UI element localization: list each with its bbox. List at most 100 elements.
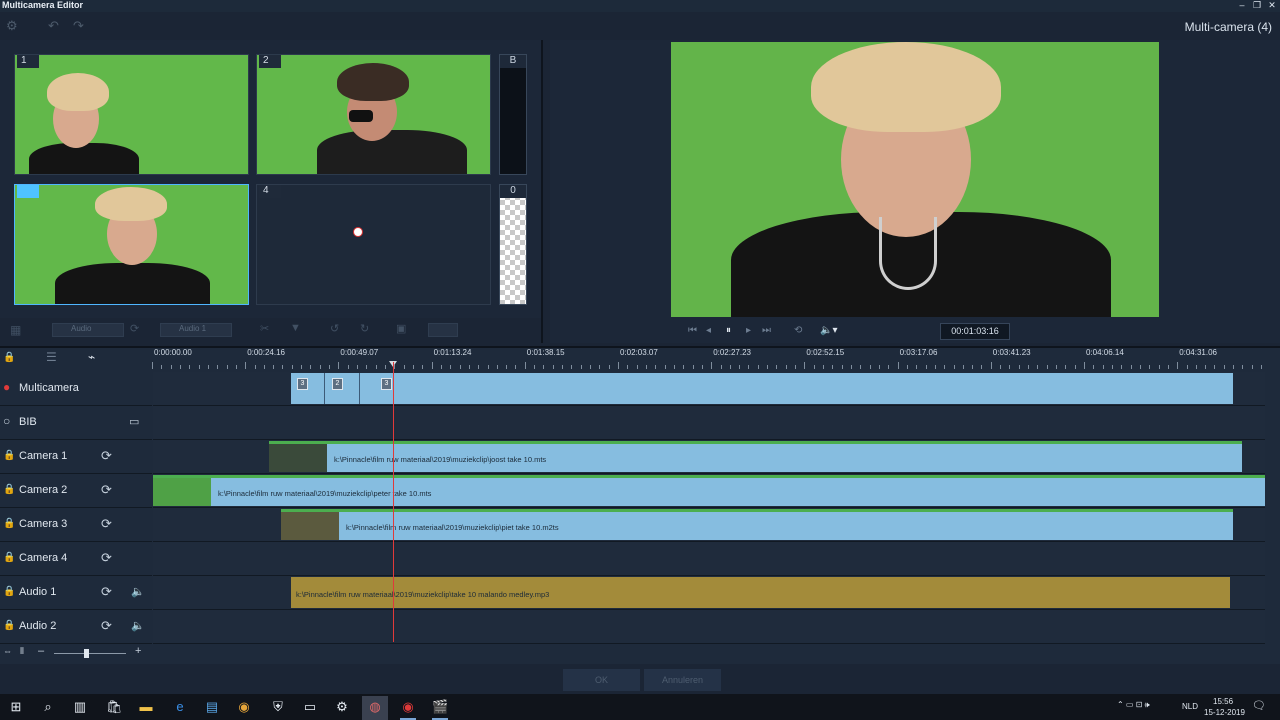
- track-header-camera-2[interactable]: 🔒 Camera 2 ⟳: [0, 474, 152, 508]
- track-header-audio-1[interactable]: 🔒 Audio 1 ⟳ 🔈: [0, 576, 152, 610]
- sync-icon[interactable]: ⟳: [101, 448, 112, 464]
- cancel-button[interactable]: Annuleren: [644, 669, 721, 691]
- clock-time[interactable]: 15:56: [1213, 697, 1233, 706]
- camera-switch-marker[interactable]: 3: [381, 378, 392, 390]
- go-end-icon[interactable]: ⏭: [762, 325, 771, 336]
- track-lane[interactable]: 3 2 3: [153, 372, 1265, 406]
- camera-switch-marker[interactable]: 3: [297, 378, 308, 390]
- ok-button[interactable]: OK: [563, 669, 640, 691]
- audio-wave-icon[interactable]: ⌁: [88, 350, 95, 364]
- track-lane[interactable]: k:\Pinnacle\film ruw materiaal\2019\muzi…: [153, 576, 1265, 610]
- language-indicator[interactable]: NLD: [1182, 702, 1198, 711]
- go-start-icon[interactable]: ⏮: [688, 325, 697, 336]
- value-stepper[interactable]: [428, 323, 458, 337]
- minimize-button[interactable]: –: [1236, 0, 1248, 10]
- track-lane[interactable]: k:\Pinnacle\film ruw materiaal\2019\muzi…: [153, 440, 1265, 474]
- track-header-camera-3[interactable]: 🔒 Camera 3 ⟳: [0, 508, 152, 542]
- record-icon[interactable]: ●: [3, 380, 10, 394]
- pause-icon[interactable]: ⏸: [726, 325, 731, 336]
- video-clip[interactable]: k:\Pinnacle\film ruw materiaal\2019\muzi…: [269, 441, 1242, 472]
- time-ruler[interactable]: 0:00:00.00 0:00:24.16 0:00:49.07 0:01:13.24…: [152, 348, 1268, 370]
- sync-icon[interactable]: ⟳: [101, 550, 112, 566]
- start-icon[interactable]: ⊞: [8, 699, 24, 715]
- redo-icon[interactable]: ↷: [73, 18, 84, 34]
- video-clip[interactable]: k:\Pinnacle\film ruw materiaal\2019\muzi…: [153, 475, 1265, 506]
- mail-icon[interactable]: ▤: [204, 699, 220, 715]
- track-lane[interactable]: [153, 406, 1265, 440]
- track-header-camera-4[interactable]: 🔒 Camera 4 ⟳: [0, 542, 152, 576]
- track-lane[interactable]: k:\Pinnacle\film ruw materiaal\2019\muzi…: [153, 474, 1265, 508]
- sync-icon[interactable]: ⟳: [130, 322, 139, 335]
- timecode-display[interactable]: 00:01:03:16: [940, 323, 1010, 340]
- lock-icon[interactable]: 🔒: [3, 450, 15, 461]
- track-list-icon[interactable]: ☰: [46, 350, 57, 364]
- track-lane[interactable]: [153, 610, 1265, 644]
- track-lane[interactable]: k:\Pinnacle\film ruw materiaal\2019\muzi…: [153, 508, 1265, 542]
- zoom-bars-icon[interactable]: ⦀: [20, 646, 24, 657]
- sync-icon[interactable]: ⟳: [101, 618, 112, 634]
- bib-slot[interactable]: B: [499, 54, 527, 175]
- track-lane[interactable]: [153, 542, 1265, 576]
- sync-icon[interactable]: ⟳: [101, 482, 112, 498]
- track-header-bib[interactable]: ○ BIB ▭: [0, 406, 152, 440]
- zoom-slider[interactable]: [54, 653, 126, 654]
- marker-icon[interactable]: ▼: [290, 322, 301, 334]
- track-header-audio-2[interactable]: 🔒 Audio 2 ⟳ 🔈: [0, 610, 152, 644]
- zoom-slider-thumb[interactable]: [84, 649, 89, 658]
- camera-4-view[interactable]: 4: [256, 184, 491, 305]
- clock-date[interactable]: 15-12-2019: [1204, 708, 1245, 717]
- audio-dropdown[interactable]: Audio: [52, 323, 124, 337]
- lock-icon[interactable]: 🔒: [3, 586, 15, 597]
- undo-icon[interactable]: ↶: [48, 18, 59, 34]
- volume-icon[interactable]: 🔈▾: [820, 325, 837, 336]
- grid-layout-icon[interactable]: ▦: [10, 323, 21, 337]
- audio-clip[interactable]: k:\Pinnacle\film ruw materiaal\2019\muzi…: [291, 577, 1230, 608]
- zoom-in-button[interactable]: +: [135, 645, 141, 657]
- folder-icon[interactable]: ▭: [302, 699, 318, 715]
- camera-3-view[interactable]: [14, 184, 249, 305]
- camera-switch-marker[interactable]: 2: [332, 378, 343, 390]
- speaker-icon[interactable]: 🔈: [131, 585, 145, 598]
- clapper-icon[interactable]: 🎬: [432, 699, 448, 715]
- system-tray[interactable]: ⌃ ▭ ⊡ 🕪: [1117, 700, 1150, 710]
- rotate-left-icon[interactable]: ↺: [330, 322, 339, 335]
- pinnacle-icon[interactable]: ◉: [400, 699, 416, 715]
- lock-all-icon[interactable]: 🔒: [3, 352, 15, 363]
- sync-icon[interactable]: ⟳: [101, 584, 112, 600]
- camera-2-view[interactable]: 2: [256, 54, 491, 175]
- notification-icon[interactable]: 🗨: [1252, 699, 1266, 712]
- lock-icon[interactable]: 🔒: [3, 518, 15, 529]
- lock-icon[interactable]: 🔒: [3, 620, 15, 631]
- pip-icon[interactable]: ▣: [396, 322, 406, 335]
- split-icon[interactable]: ✂: [260, 322, 269, 335]
- edge-icon[interactable]: e: [172, 699, 188, 715]
- blank-slot[interactable]: 0: [499, 184, 527, 305]
- track-header-multicamera[interactable]: ● Multicamera: [0, 372, 152, 406]
- rotate-right-icon[interactable]: ↻: [360, 322, 369, 335]
- circle-icon[interactable]: ○: [3, 414, 10, 428]
- lock-icon[interactable]: 🔒: [3, 484, 15, 495]
- photos-icon[interactable]: ◍: [367, 699, 383, 715]
- task-view-icon[interactable]: ▥: [72, 699, 88, 715]
- lock-icon[interactable]: 🔒: [3, 552, 15, 563]
- close-button[interactable]: ✕: [1266, 0, 1278, 11]
- file-explorer-icon[interactable]: ▬: [138, 699, 154, 715]
- zoom-out-button[interactable]: –: [38, 645, 44, 657]
- speaker-icon[interactable]: 🔈: [131, 619, 145, 632]
- chrome-icon[interactable]: ◉: [236, 699, 252, 715]
- video-clip[interactable]: k:\Pinnacle\film ruw materiaal\2019\muzi…: [281, 509, 1233, 540]
- search-icon[interactable]: ⌕: [40, 699, 56, 715]
- store-icon[interactable]: 🛍: [106, 699, 123, 715]
- settings-icon[interactable]: ⚙: [334, 699, 350, 715]
- fit-icon[interactable]: ⇔: [3, 646, 12, 656]
- settings-gear-icon[interactable]: ⚙: [6, 18, 18, 34]
- shield-icon[interactable]: ⛨: [270, 699, 286, 715]
- pip-layout-icon[interactable]: ▭: [129, 415, 139, 428]
- audio-source-dropdown[interactable]: Audio 1: [160, 323, 232, 337]
- loop-icon[interactable]: ⟲: [794, 325, 802, 336]
- track-header-camera-1[interactable]: 🔒 Camera 1 ⟳: [0, 440, 152, 474]
- camera-1-view[interactable]: 1: [14, 54, 249, 175]
- playhead-line[interactable]: [393, 362, 394, 642]
- multicam-clip[interactable]: 3 2 3: [291, 373, 1233, 404]
- step-forward-icon[interactable]: ▸: [746, 325, 751, 336]
